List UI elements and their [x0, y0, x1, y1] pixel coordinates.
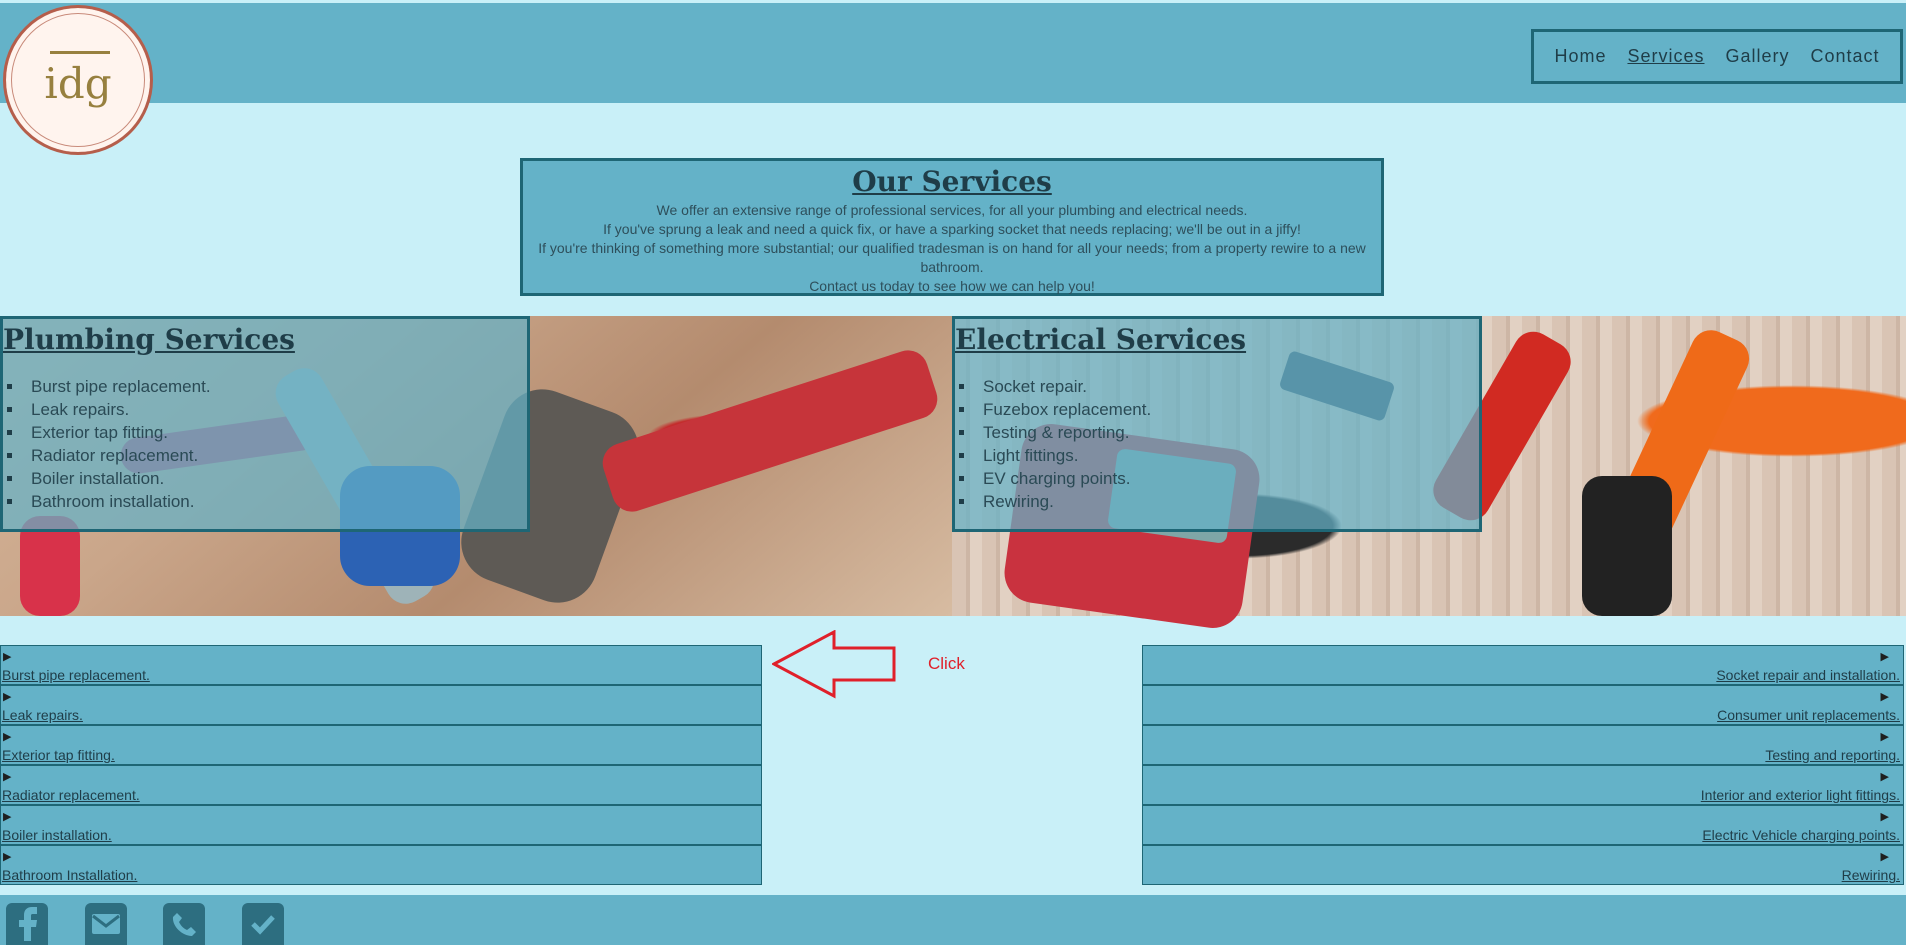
- plumbing-services-panel: Plumbing Services Burst pipe replacement…: [0, 316, 530, 532]
- phone-icon[interactable]: [163, 903, 205, 945]
- expand-triangle-icon: ▶: [1880, 811, 1889, 823]
- electrical-details-accordion: ▶ Socket repair and installation. ▶ Cons…: [1142, 645, 1904, 885]
- accordion-item[interactable]: ▶ Electric Vehicle charging points.: [1142, 805, 1904, 845]
- list-item: Exterior tap fitting.: [7, 421, 527, 444]
- expand-triangle-icon: ▶: [1880, 771, 1889, 783]
- plumbing-services-title: Plumbing Services: [3, 323, 295, 356]
- logo-bar: [50, 51, 110, 54]
- accordion-item[interactable]: ▶ Boiler installation.: [0, 805, 762, 845]
- click-annotation: Click: [928, 654, 965, 673]
- electrical-services-title: Electrical Services: [955, 323, 1247, 356]
- accordion-item[interactable]: ▶ Consumer unit replacements.: [1142, 685, 1904, 725]
- logo-text: idg: [44, 58, 112, 108]
- accordion-item[interactable]: ▶ Burst pipe replacement.: [0, 645, 762, 685]
- list-item: Rewiring.: [959, 490, 1479, 513]
- plumbing-details-accordion: ▶ Burst pipe replacement. ▶ Leak repairs…: [0, 645, 762, 885]
- services-intro-line: If you're thinking of something more sub…: [538, 240, 1366, 275]
- expand-triangle-icon: ▶: [3, 651, 12, 663]
- list-item: Bathroom installation.: [7, 490, 527, 513]
- list-item: Burst pipe replacement.: [7, 375, 527, 398]
- electrical-services-panel: Electrical Services Socket repair. Fuzeb…: [952, 316, 1482, 532]
- facebook-icon[interactable]: [6, 903, 48, 945]
- accordion-label[interactable]: Bathroom Installation.: [2, 867, 137, 883]
- accordion-label[interactable]: Burst pipe replacement.: [2, 667, 150, 683]
- expand-triangle-icon: ▶: [1880, 731, 1889, 743]
- expand-triangle-icon: ▶: [1880, 651, 1889, 663]
- our-services-box: Our Services We offer an extensive range…: [520, 158, 1384, 296]
- accordion-label[interactable]: Leak repairs.: [2, 707, 83, 723]
- list-item: Leak repairs.: [7, 398, 527, 421]
- our-services-title: Our Services: [852, 165, 1052, 198]
- electrical-services-list: Socket repair. Fuzebox replacement. Test…: [959, 375, 1479, 513]
- accordion-label[interactable]: Boiler installation.: [2, 827, 112, 843]
- accordion-item[interactable]: ▶ Leak repairs.: [0, 685, 762, 725]
- nav-contact[interactable]: Contact: [1810, 46, 1879, 67]
- list-item: Boiler installation.: [7, 467, 527, 490]
- accordion-label[interactable]: Interior and exterior light fittings.: [1701, 787, 1900, 803]
- main-nav: Home Services Gallery Contact: [1531, 29, 1903, 84]
- expand-triangle-icon: ▶: [1880, 691, 1889, 703]
- expand-triangle-icon: ▶: [1880, 851, 1889, 863]
- services-intro-line: If you've sprung a leak and need a quick…: [603, 221, 1301, 237]
- list-item: Socket repair.: [959, 375, 1479, 398]
- accordion-item[interactable]: ▶ Testing and reporting.: [1142, 725, 1904, 765]
- click-arrow-icon: [772, 630, 896, 699]
- accordion-label[interactable]: Testing and reporting.: [1765, 747, 1900, 763]
- accordion-label[interactable]: Consumer unit replacements.: [1717, 707, 1900, 723]
- list-item: Fuzebox replacement.: [959, 398, 1479, 421]
- list-item: Testing & reporting.: [959, 421, 1479, 444]
- expand-triangle-icon: ▶: [3, 811, 12, 823]
- accordion-label[interactable]: Rewiring.: [1842, 867, 1900, 883]
- accordion-item[interactable]: ▶ Radiator replacement.: [0, 765, 762, 805]
- plumbing-services-list: Burst pipe replacement. Leak repairs. Ex…: [7, 375, 527, 513]
- accordion-label[interactable]: Electric Vehicle charging points.: [1702, 827, 1900, 843]
- nav-gallery[interactable]: Gallery: [1725, 46, 1789, 67]
- expand-triangle-icon: ▶: [3, 731, 12, 743]
- email-icon[interactable]: [85, 903, 127, 945]
- logo[interactable]: idg: [3, 5, 153, 155]
- site-footer: [0, 895, 1906, 945]
- accordion-item[interactable]: ▶ Bathroom Installation.: [0, 845, 762, 885]
- check-icon[interactable]: [242, 903, 284, 945]
- expand-triangle-icon: ▶: [3, 771, 12, 783]
- nav-services[interactable]: Services: [1627, 46, 1704, 67]
- nav-home[interactable]: Home: [1554, 46, 1606, 67]
- accordion-item[interactable]: ▶ Exterior tap fitting.: [0, 725, 762, 765]
- expand-triangle-icon: ▶: [3, 691, 12, 703]
- accordion-item[interactable]: ▶ Socket repair and installation.: [1142, 645, 1904, 685]
- accordion-label[interactable]: Radiator replacement.: [2, 787, 140, 803]
- list-item: Light fittings.: [959, 444, 1479, 467]
- list-item: Radiator replacement.: [7, 444, 527, 467]
- services-intro-line: We offer an extensive range of professio…: [656, 202, 1248, 218]
- accordion-item[interactable]: ▶ Interior and exterior light fittings.: [1142, 765, 1904, 805]
- accordion-label[interactable]: Exterior tap fitting.: [2, 747, 115, 763]
- accordion-item[interactable]: ▶ Rewiring.: [1142, 845, 1904, 885]
- list-item: EV charging points.: [959, 467, 1479, 490]
- accordion-label[interactable]: Socket repair and installation.: [1716, 667, 1900, 683]
- expand-triangle-icon: ▶: [3, 851, 12, 863]
- services-intro-line: Contact us today to see how we can help …: [809, 278, 1095, 294]
